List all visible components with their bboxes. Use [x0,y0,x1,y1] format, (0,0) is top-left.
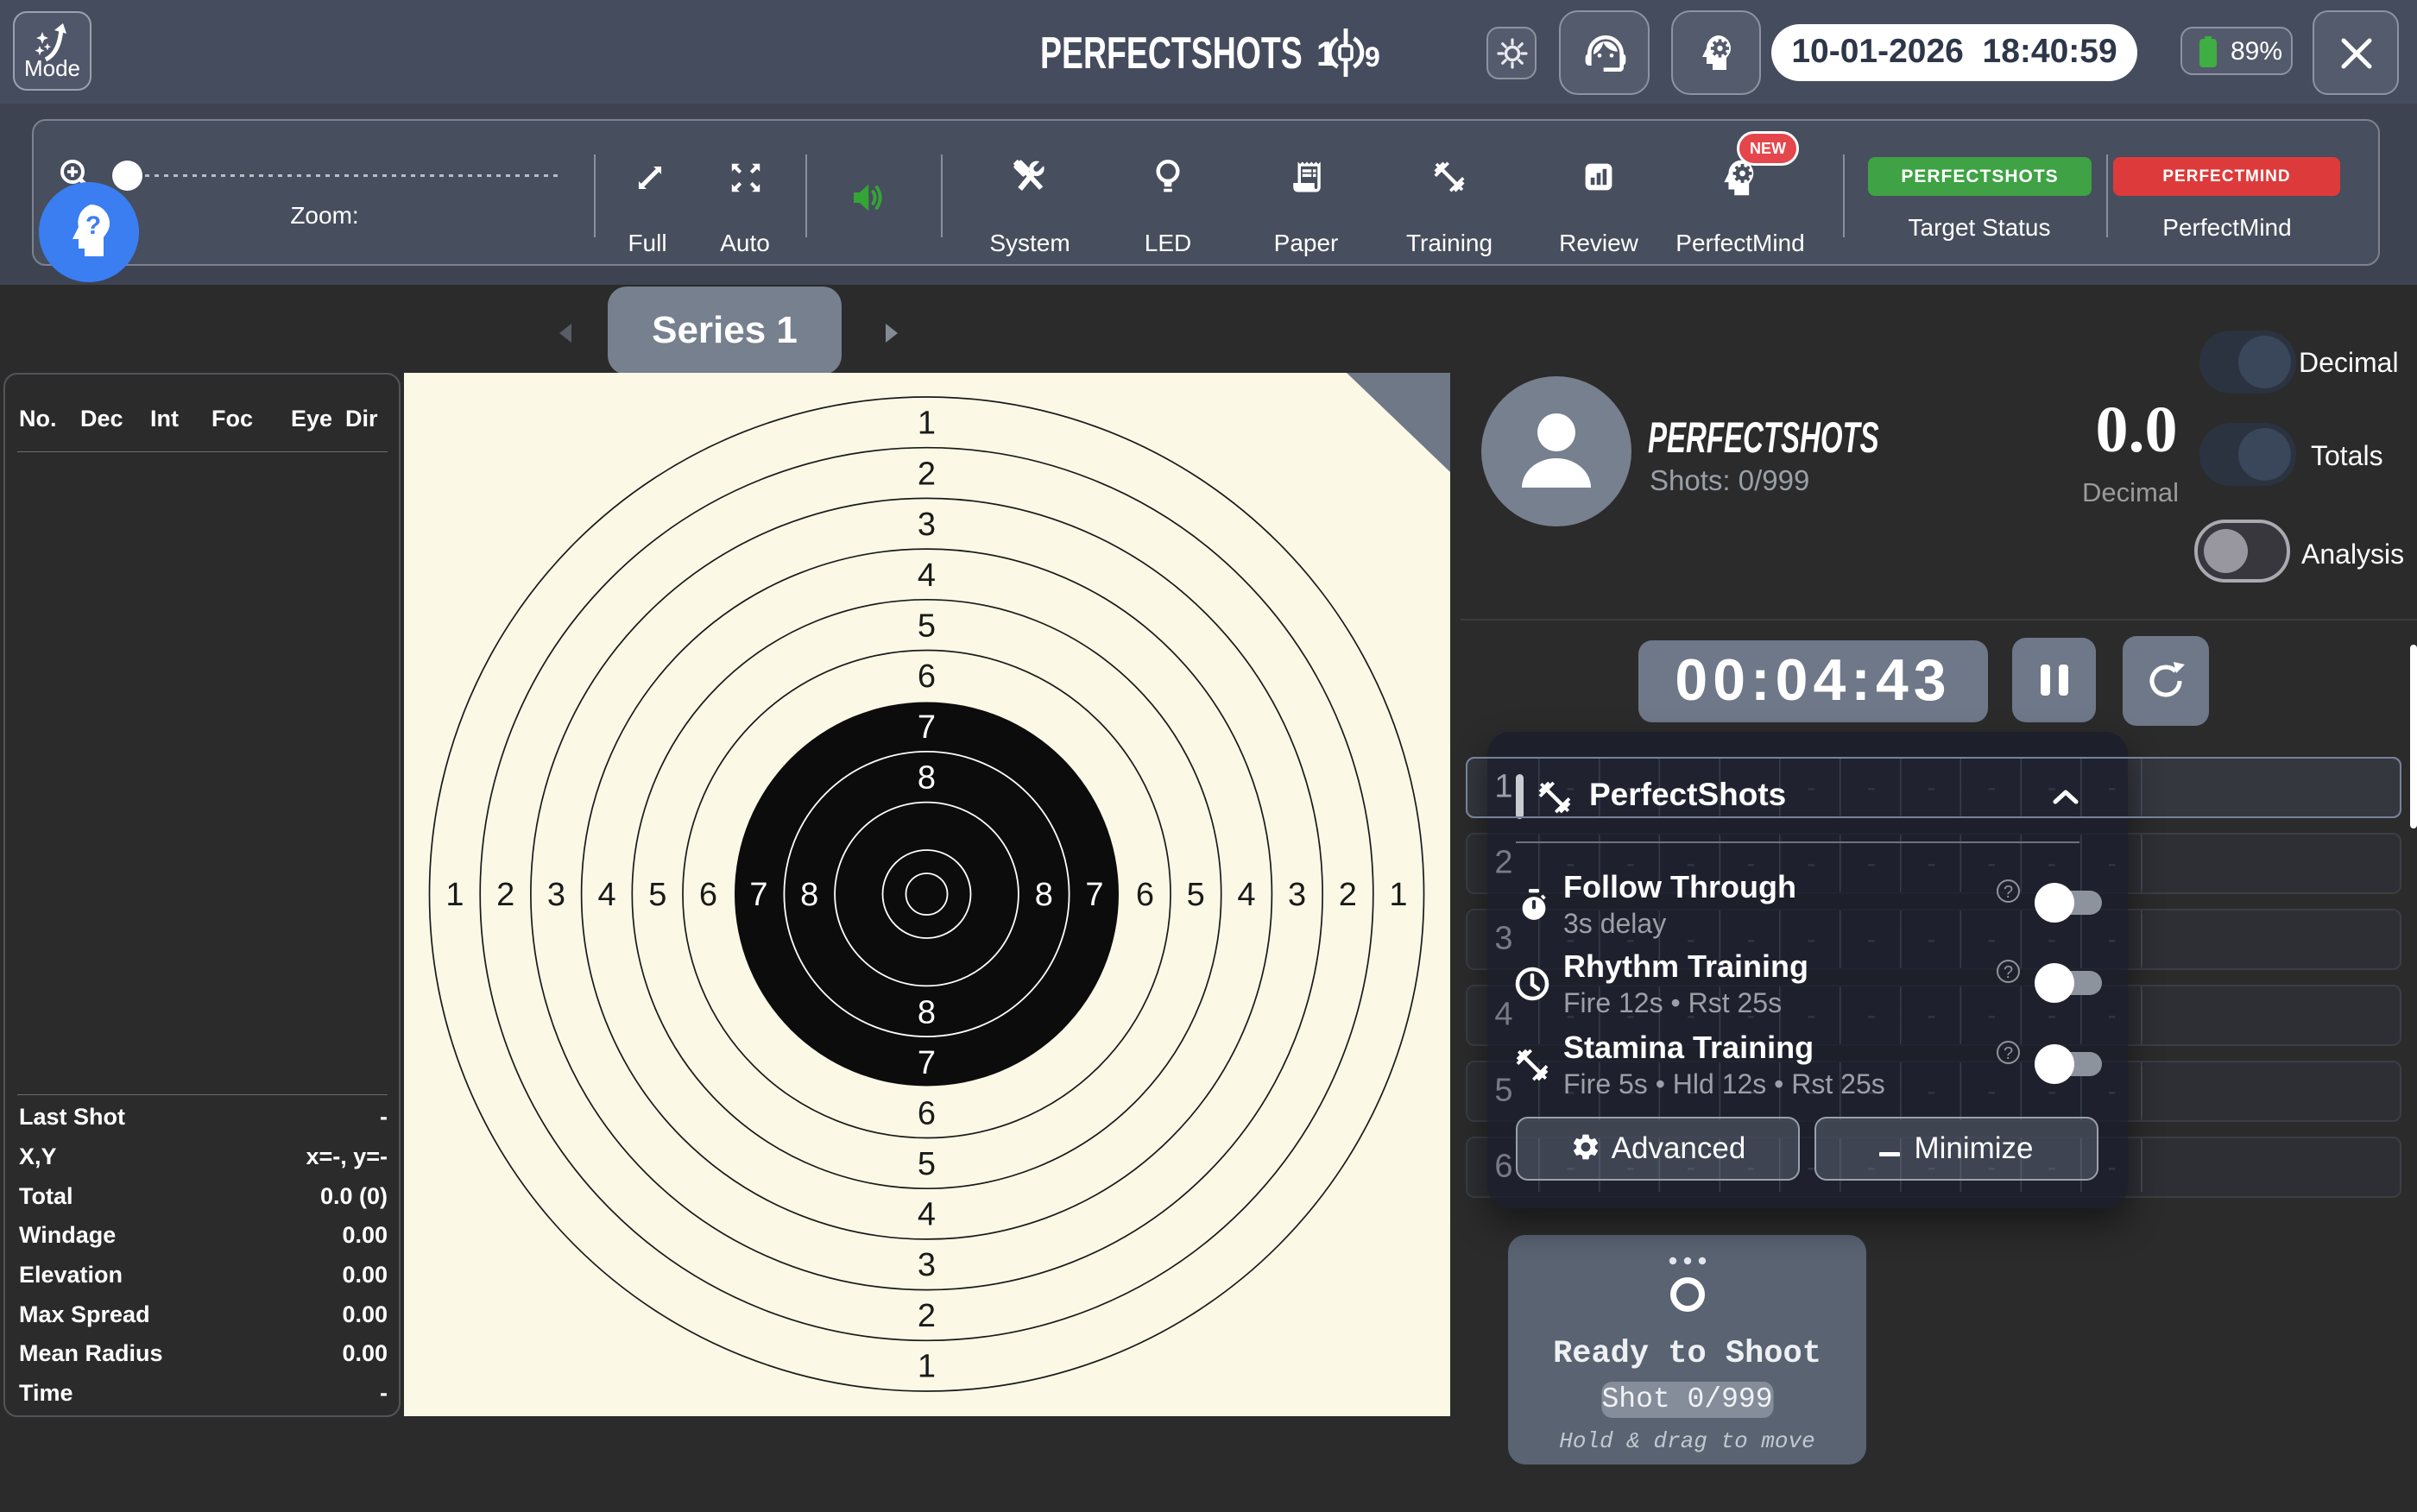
svg-text:5: 5 [648,877,666,913]
svg-text:2: 2 [918,456,936,492]
svg-text:6: 6 [918,1096,936,1132]
svg-text:3: 3 [547,877,565,913]
svg-text:2: 2 [918,1298,936,1334]
svg-text:4: 4 [918,558,936,594]
svg-text:8: 8 [1035,877,1053,913]
svg-text:4: 4 [918,1197,936,1233]
svg-text:1: 1 [1389,877,1407,913]
svg-text:5: 5 [918,1146,936,1182]
svg-text:8: 8 [918,760,936,797]
svg-text:7: 7 [749,877,767,913]
svg-text:7: 7 [918,709,936,746]
svg-text:3: 3 [918,1247,936,1283]
svg-text:1: 1 [918,1349,936,1385]
svg-text:3: 3 [1288,877,1306,913]
svg-text:7: 7 [1085,877,1103,913]
svg-text:7: 7 [918,1045,936,1081]
svg-text:2: 2 [496,877,514,913]
svg-text:8: 8 [918,995,936,1031]
svg-text:4: 4 [598,877,616,913]
svg-text:5: 5 [918,608,936,645]
svg-text:?: ? [85,211,101,240]
svg-text:4: 4 [1237,877,1255,913]
svg-text:1: 1 [445,877,464,913]
svg-text:5: 5 [1187,877,1205,913]
svg-text:8: 8 [800,877,818,913]
svg-text:2: 2 [1339,877,1357,913]
svg-text:6: 6 [1136,877,1154,913]
svg-text:3: 3 [918,507,936,543]
svg-text:6: 6 [918,658,936,695]
svg-text:6: 6 [699,877,717,913]
svg-text:9: 9 [1365,41,1380,72]
svg-text:1: 1 [918,406,936,442]
